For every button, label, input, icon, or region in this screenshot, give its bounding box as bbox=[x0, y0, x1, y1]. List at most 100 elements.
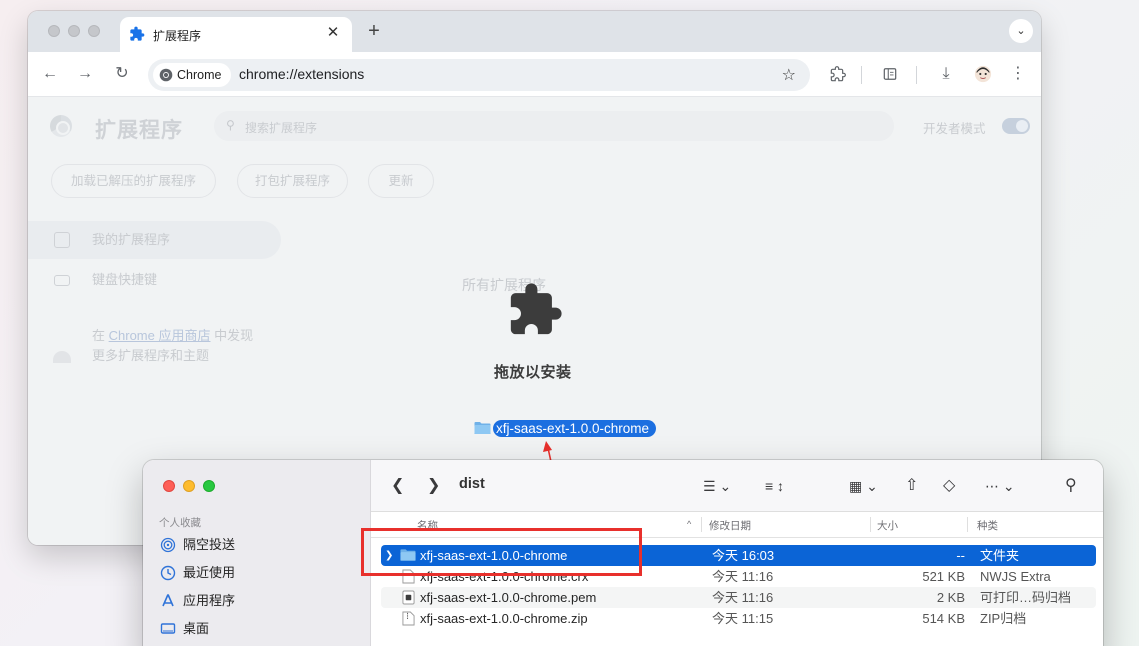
finder-toolbar: ❮ ❯ dist ☰ ⌄ ≡ ↕ ▦ ⌄ ⇧ ◇ ⋯ ⌄ ⚲ bbox=[371, 460, 1103, 512]
column-divider[interactable] bbox=[701, 517, 702, 532]
current-folder-title: dist bbox=[459, 476, 485, 492]
sidebar-item-label: 桌面 bbox=[183, 621, 210, 636]
reload-icon[interactable]: ↻ bbox=[110, 62, 134, 86]
group-grid-icon[interactable]: ▦ ⌄ bbox=[849, 475, 878, 497]
sidebar-item-label: 键盘快捷键 bbox=[92, 272, 158, 287]
sidebar-item-desktop[interactable]: 桌面 bbox=[160, 618, 209, 640]
share-icon[interactable]: ⇧ bbox=[905, 475, 918, 497]
file-size: -- bbox=[956, 548, 965, 563]
view-options-icon[interactable]: ☰ ⌄ bbox=[703, 475, 731, 497]
tab-extensions[interactable]: 扩展程序 ✕ bbox=[120, 17, 352, 52]
pack-extension-button[interactable]: 打包扩展程序 bbox=[237, 164, 348, 198]
minimize-window-button[interactable] bbox=[68, 25, 80, 37]
reading-list-icon[interactable] bbox=[878, 62, 902, 86]
bookmark-star-icon[interactable]: ☆ bbox=[782, 65, 796, 85]
file-row-pem[interactable]: xfj-saas-ext-1.0.0-chrome.pem 今天 11:16 2… bbox=[381, 587, 1096, 608]
chrome-logo-icon bbox=[159, 68, 173, 82]
file-kind: 文件夹 bbox=[980, 548, 1020, 563]
toolbar-divider bbox=[916, 66, 917, 84]
toolbar-divider bbox=[861, 66, 862, 84]
keyboard-icon bbox=[54, 275, 70, 286]
sidebar-item-label: 我的扩展程序 bbox=[92, 232, 171, 247]
profile-avatar[interactable] bbox=[971, 62, 995, 86]
search-placeholder: 搜索扩展程序 bbox=[245, 121, 318, 135]
sidebar-item-airdrop[interactable]: 隔空投送 bbox=[160, 534, 235, 556]
sidebar-item-applications[interactable]: 应用程序 bbox=[160, 590, 235, 612]
back-arrow-icon[interactable]: ← bbox=[38, 62, 62, 86]
sort-ascending-icon: ^ bbox=[687, 519, 692, 529]
tab-close-icon[interactable]: ✕ bbox=[324, 24, 342, 42]
more-actions-icon[interactable]: ⋯ ⌄ bbox=[985, 475, 1015, 497]
tab-search-chevron-icon[interactable]: ⌄ bbox=[1009, 19, 1033, 43]
back-chevron-icon[interactable]: ❮ bbox=[391, 475, 404, 497]
extensions-puzzle-icon[interactable] bbox=[826, 62, 850, 86]
finder-close-button[interactable] bbox=[163, 480, 175, 492]
sidebar-item-recents[interactable]: 最近使用 bbox=[160, 562, 235, 584]
developer-mode-toggle[interactable] bbox=[1002, 118, 1030, 134]
tab-strip: 扩展程序 ✕ + ⌄ bbox=[28, 11, 1041, 52]
file-kind: NWJS Extra bbox=[980, 569, 1051, 584]
tab-title: 扩展程序 bbox=[153, 29, 202, 43]
clock-icon bbox=[160, 565, 176, 581]
promo-suffix: 中发现 bbox=[210, 328, 254, 343]
pem-file-icon bbox=[402, 590, 415, 605]
column-kind[interactable]: 种类 bbox=[977, 518, 998, 533]
airdrop-icon bbox=[160, 537, 176, 553]
drop-to-install-label: 拖放以安装 bbox=[494, 364, 572, 381]
address-bar[interactable]: Chrome chrome://extensions ☆ bbox=[148, 59, 810, 91]
forward-arrow-icon[interactable]: → bbox=[73, 62, 97, 86]
file-date: 今天 11:16 bbox=[712, 590, 774, 605]
sidebar-item-my-extensions[interactable]: 我的扩展程序 bbox=[28, 221, 281, 259]
file-size: 521 KB bbox=[922, 569, 965, 584]
puzzle-icon bbox=[510, 283, 562, 335]
column-date[interactable]: 修改日期 bbox=[709, 518, 751, 533]
file-name: xfj-saas-ext-1.0.0-chrome.zip bbox=[420, 611, 588, 626]
zoom-window-button[interactable] bbox=[88, 25, 100, 37]
new-tab-button[interactable]: + bbox=[363, 21, 385, 43]
close-window-button[interactable] bbox=[48, 25, 60, 37]
file-kind: ZIP归档 bbox=[980, 611, 1027, 626]
file-date: 今天 11:16 bbox=[712, 569, 774, 584]
column-size[interactable]: 大小 bbox=[877, 518, 898, 533]
more-menu-icon[interactable]: ⋮ bbox=[1006, 62, 1030, 86]
folder-icon bbox=[474, 422, 491, 434]
search-icon: ⚲ bbox=[226, 118, 235, 132]
zip-file-icon bbox=[402, 611, 415, 626]
finder-zoom-button[interactable] bbox=[203, 480, 215, 492]
finder-sidebar: 个人收藏 隔空投送 最近使用 应用程序 桌面 bbox=[143, 460, 371, 646]
column-divider[interactable] bbox=[967, 517, 968, 532]
favorites-section-title: 个人收藏 bbox=[159, 517, 201, 529]
url-text[interactable]: chrome://extensions bbox=[239, 66, 364, 82]
applications-icon bbox=[162, 594, 174, 607]
sidebar-item-label: 应用程序 bbox=[183, 593, 236, 608]
page-title: 扩展程序 bbox=[95, 119, 183, 142]
developer-mode-label: 开发者模式 bbox=[923, 122, 986, 136]
webstore-link[interactable]: Chrome 应用商店 bbox=[109, 328, 211, 343]
sort-options-icon[interactable]: ≡ ↕ bbox=[765, 475, 784, 497]
chrome-logo-icon bbox=[50, 115, 72, 137]
sidebar-item-label: 最近使用 bbox=[183, 565, 236, 580]
sidebar-item-label: 隔空投送 bbox=[183, 537, 236, 552]
site-info-chip[interactable]: Chrome bbox=[153, 63, 232, 87]
webstore-promo: 在 Chrome 应用商店 中发现 更多扩展程序和主题 bbox=[92, 326, 253, 366]
file-date: 今天 11:15 bbox=[712, 611, 774, 626]
update-button[interactable]: 更新 bbox=[368, 164, 434, 198]
promo-prefix: 在 bbox=[92, 328, 109, 343]
search-icon[interactable]: ⚲ bbox=[1065, 475, 1077, 497]
puzzle-icon bbox=[130, 26, 145, 41]
webstore-icon bbox=[53, 351, 71, 363]
dragged-folder-label: xfj-saas-ext-1.0.0-chrome bbox=[493, 420, 657, 437]
download-icon[interactable]: ⤓ bbox=[934, 62, 958, 86]
load-unpacked-button[interactable]: 加载已解压的扩展程序 bbox=[51, 164, 216, 198]
search-extensions-input[interactable]: ⚲ 搜索扩展程序 bbox=[214, 111, 894, 141]
file-size: 514 KB bbox=[922, 611, 965, 626]
file-size: 2 KB bbox=[936, 590, 965, 605]
site-chip-label: Chrome bbox=[177, 68, 222, 82]
sidebar-item-keyboard-shortcuts[interactable]: 键盘快捷键 bbox=[28, 261, 281, 299]
forward-chevron-icon[interactable]: ❯ bbox=[427, 475, 440, 497]
tag-icon[interactable]: ◇ bbox=[943, 475, 955, 497]
file-row-zip[interactable]: xfj-saas-ext-1.0.0-chrome.zip 今天 11:15 5… bbox=[381, 608, 1096, 629]
finder-minimize-button[interactable] bbox=[183, 480, 195, 492]
column-divider[interactable] bbox=[870, 517, 871, 532]
file-kind: 可打印…码归档 bbox=[980, 590, 1072, 605]
